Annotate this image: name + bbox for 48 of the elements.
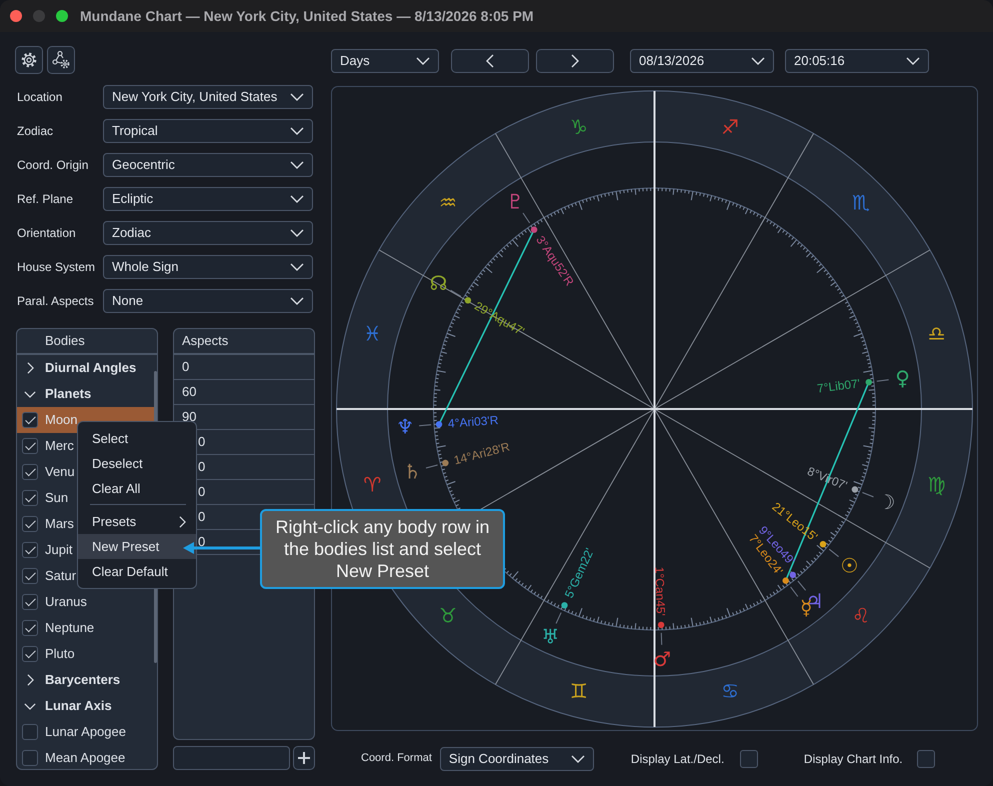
body-label: Lunar Apogee [45,723,126,742]
body-label: Moon [45,411,78,430]
zodiac-sign-symbol: ♏ [852,190,870,214]
zodiac-sign-symbol: ♉ [439,604,457,628]
position-label: 4°Ari03'R [448,413,499,431]
option-label: Display Chart Info. [804,750,904,768]
body-label: Mean Apogee [45,749,126,768]
column-header: Aspects [181,332,228,350]
planet-symbol: ♇ [506,189,524,214]
planet-symbol: ☽ [878,490,896,514]
body-label: Uranus [45,593,87,612]
body-label: Pluto [45,645,75,664]
zodiac-sign-symbol: ♑ [570,114,588,139]
field-label: House System [16,259,96,276]
body-label: Mars [45,515,74,534]
planet-symbol: ♅ [541,624,560,648]
body-label: Neptune [45,619,94,638]
field-label: Ref. Plane [16,191,74,208]
body-label: Satur [45,567,76,586]
field-label: Zodiac [16,123,54,140]
field-label: Coord. Format [361,751,432,766]
zodiac-sign-symbol: ♎ [928,321,946,346]
body-label: Jupit [45,541,72,560]
body-label: Venu [45,463,75,482]
zodiac-sign-symbol: ♓ [363,321,382,346]
field-label: Orientation [16,225,77,242]
zodiac-sign-symbol: ♈ [363,472,382,497]
position-label: 1°Can45' [652,566,668,616]
zodiac-sign-symbol: ♍ [928,472,946,497]
position-label: 7°Lib07' [816,376,861,396]
field-label: Paral. Aspects [16,293,95,310]
planet-symbol: ☉ [840,554,858,578]
option-label: Display Lat./Decl. [630,750,726,768]
column-header: Bodies [44,332,85,350]
body-label: Merc [45,437,74,456]
zodiac-sign-symbol: ♊ [570,679,588,704]
zodiac-sign-symbol: ♒ [439,190,457,214]
field-label: Location [16,89,64,106]
callout-tooltip: Right-click any body row in the bodies list and select New Preset [260,509,505,589]
field-label: Coord. Origin [16,157,90,174]
planet-symbol: ♀ [895,366,910,390]
body-label: Sun [45,489,68,508]
planet-symbol: ♄ [403,460,422,484]
planet-symbol: ♆ [396,414,414,439]
zodiac-sign-symbol: ♋ [721,679,740,704]
zodiac-sign-symbol: ♐ [721,114,740,139]
window-title: Mundane Chart — New York City, United States — 8/13/2026 8:05 PM [80,6,534,26]
zodiac-sign-symbol: ♌ [852,604,870,628]
